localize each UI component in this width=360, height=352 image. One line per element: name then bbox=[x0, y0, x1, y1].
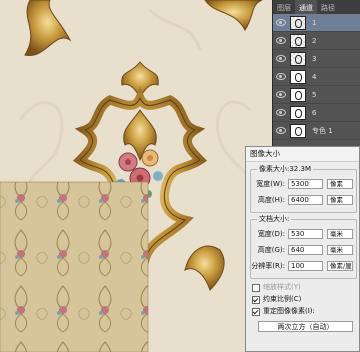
visibility-eye-icon[interactable] bbox=[276, 19, 286, 26]
layer-row[interactable]: 4 bbox=[273, 68, 360, 86]
layer-name: 1 bbox=[312, 18, 317, 27]
constrain-box bbox=[252, 295, 260, 304]
resolution-unit-select[interactable]: 像素/厘米 bbox=[327, 261, 353, 271]
ornament-glyph bbox=[295, 54, 302, 64]
resample-checkbox[interactable]: 重定图像像素(I): bbox=[252, 307, 315, 316]
resample-method-select[interactable]: 两次立方（自动） bbox=[258, 321, 353, 332]
panel-tabs: 图层 通道 路径 bbox=[273, 0, 360, 14]
image-size-dialog: 图像大小 像素大小:32.3M 宽度(W): 5300 像素 高度(H): 64… bbox=[245, 146, 360, 352]
layer-row[interactable]: 5 bbox=[273, 86, 360, 104]
layer-thumbnail bbox=[290, 69, 306, 84]
tab-channels[interactable]: 通道 bbox=[295, 0, 317, 14]
layer-name: 5 bbox=[312, 90, 317, 99]
document-size-label: 文档大小: bbox=[257, 214, 292, 224]
layer-thumbnail bbox=[290, 33, 306, 48]
layer-thumbnail bbox=[290, 51, 306, 66]
constrain-proportions-checkbox[interactable]: 约束比例(C) bbox=[252, 295, 301, 304]
layer-row[interactable]: 1 bbox=[273, 14, 360, 32]
ornament-glyph bbox=[295, 90, 302, 100]
ornament-glyph bbox=[295, 126, 302, 136]
layer-thumbnail bbox=[290, 105, 306, 120]
constrain-label: 约束比例(C) bbox=[263, 295, 302, 303]
layer-row[interactable]: 专色 1 bbox=[273, 122, 360, 140]
scale-styles-checkbox[interactable]: 缩放样式(Y) bbox=[252, 283, 301, 292]
height-unit-select[interactable]: 像素 bbox=[327, 195, 353, 205]
width-unit-select[interactable]: 像素 bbox=[327, 179, 353, 189]
resample-label: 重定图像像素(I): bbox=[263, 307, 315, 315]
resample-box bbox=[252, 307, 260, 316]
ornament-glyph bbox=[295, 108, 302, 118]
doc-height-label: 高度(G): bbox=[257, 246, 285, 254]
ornament-glyph bbox=[295, 18, 302, 28]
layer-name: 3 bbox=[312, 54, 317, 63]
visibility-eye-icon[interactable] bbox=[276, 37, 286, 44]
ornament-glyph bbox=[295, 36, 302, 46]
visibility-eye-icon[interactable] bbox=[276, 109, 286, 116]
doc-width-input[interactable]: 530 bbox=[288, 229, 323, 239]
document-size-group: 文档大小: 宽度(D): 530 毫米 高度(G): 640 毫米 分辨率(R)… bbox=[250, 214, 357, 279]
layer-name: 2 bbox=[312, 36, 317, 45]
layer-thumbnail bbox=[290, 123, 306, 138]
width-input[interactable]: 5300 bbox=[288, 179, 323, 189]
ornament-glyph bbox=[295, 72, 302, 82]
layers-panel: 图层 通道 路径 1 2 3 4 5 6 专色 1 bbox=[272, 0, 360, 160]
wallpaper-artwork bbox=[0, 0, 272, 352]
layer-thumbnail bbox=[290, 15, 306, 30]
visibility-eye-icon[interactable] bbox=[276, 127, 286, 134]
visibility-eye-icon[interactable] bbox=[276, 55, 286, 62]
resolution-input[interactable]: 100 bbox=[288, 261, 323, 271]
doc-height-unit-select[interactable]: 毫米 bbox=[327, 245, 353, 255]
layer-name: 6 bbox=[312, 108, 317, 117]
document-canvas[interactable] bbox=[0, 0, 272, 352]
layer-name: 4 bbox=[312, 72, 317, 81]
layer-row[interactable]: 2 bbox=[273, 32, 360, 50]
tab-layers[interactable]: 图层 bbox=[273, 0, 295, 14]
resolution-label: 分辨率(R): bbox=[251, 262, 285, 270]
dialog-title: 图像大小 bbox=[246, 147, 359, 162]
layer-thumbnail bbox=[290, 87, 306, 102]
pixel-dimensions-label: 像素大小:32.3M bbox=[257, 164, 313, 174]
layer-row[interactable]: 6 bbox=[273, 104, 360, 122]
scale-styles-box bbox=[252, 283, 260, 292]
height-input[interactable]: 6400 bbox=[288, 195, 323, 205]
tab-paths[interactable]: 路径 bbox=[317, 0, 339, 14]
scale-styles-label: 缩放样式(Y) bbox=[263, 283, 301, 291]
tiled-preview bbox=[0, 181, 149, 352]
visibility-eye-icon[interactable] bbox=[276, 73, 286, 80]
pixel-dimensions-group: 像素大小:32.3M 宽度(W): 5300 像素 高度(H): 6400 像素 bbox=[250, 164, 357, 213]
visibility-eye-icon[interactable] bbox=[276, 91, 286, 98]
width-label: 宽度(W): bbox=[256, 180, 285, 188]
doc-width-label: 宽度(D): bbox=[257, 230, 285, 238]
layer-row[interactable]: 3 bbox=[273, 50, 360, 68]
doc-height-input[interactable]: 640 bbox=[288, 245, 323, 255]
height-label: 高度(H): bbox=[257, 196, 285, 204]
doc-width-unit-select[interactable]: 毫米 bbox=[327, 229, 353, 239]
layer-name: 专色 1 bbox=[312, 126, 333, 135]
